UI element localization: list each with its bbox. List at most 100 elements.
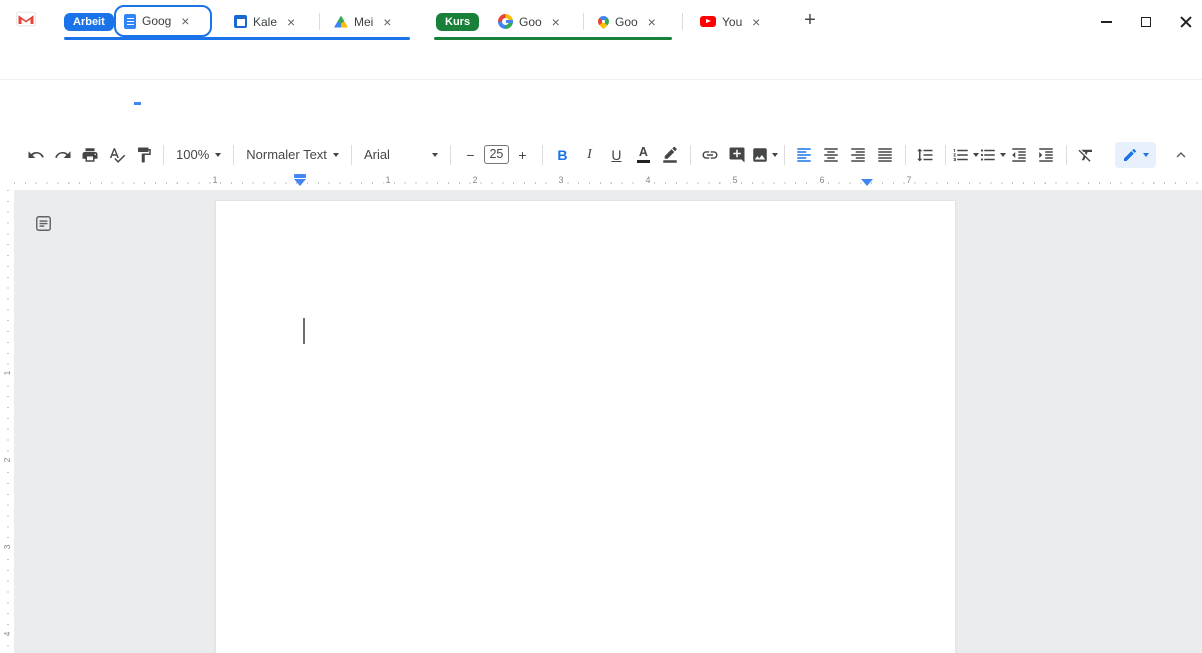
toolbar-separator	[450, 145, 451, 165]
tab-google-drive[interactable]: Mei ×	[326, 7, 410, 36]
document-outline-button[interactable]	[32, 212, 54, 234]
toolbar-separator	[163, 145, 164, 165]
vertical-ruler[interactable]: 1 2 3 4	[0, 190, 14, 653]
horizontal-ruler[interactable]: 1 1 2 3 4 5 6 7	[14, 172, 1202, 190]
maximize-icon	[1141, 17, 1151, 27]
insert-image-button[interactable]	[751, 142, 778, 168]
tab-close-icon[interactable]: ×	[548, 14, 564, 30]
font-size-input[interactable]: 25	[484, 145, 509, 164]
font-select[interactable]: Arial	[358, 142, 444, 168]
underline-button[interactable]: U	[603, 142, 630, 168]
numbered-list-button[interactable]	[952, 142, 979, 168]
ruler-number: 1	[210, 175, 219, 185]
ruler-number: 1	[383, 175, 392, 185]
toolbar-separator	[784, 145, 785, 165]
right-indent-marker[interactable]	[861, 179, 873, 186]
window-close-button[interactable]	[1176, 12, 1196, 32]
tab-google-calendar[interactable]: Kale ×	[226, 7, 314, 36]
tab-title: You	[722, 15, 742, 29]
ruler-number: 2	[2, 453, 12, 467]
insert-comment-button[interactable]	[724, 142, 751, 168]
tab-title: Goo	[615, 15, 638, 29]
ruler-number: 6	[817, 175, 826, 185]
text-color-button[interactable]: A	[630, 142, 657, 168]
zoom-select[interactable]: 100%	[170, 142, 227, 168]
tab-separator	[583, 13, 584, 30]
font-value: Arial	[364, 147, 390, 162]
ruler-number: 4	[2, 627, 12, 641]
tab-title: Mei	[354, 15, 373, 29]
tab-google-docs[interactable]: Goog ×	[114, 5, 212, 37]
ruler-number: 7	[904, 175, 913, 185]
pinned-tab-gmail[interactable]	[14, 10, 38, 32]
google-icon	[498, 14, 513, 29]
bold-button[interactable]: B	[549, 142, 576, 168]
tab-close-icon[interactable]: ×	[748, 14, 764, 30]
font-size-increase-button[interactable]: +	[509, 142, 536, 168]
ruler-number: 3	[556, 175, 565, 185]
bulleted-list-button[interactable]	[979, 142, 1006, 168]
print-button[interactable]	[76, 142, 103, 168]
tab-title: Kale	[253, 15, 277, 29]
tab-close-icon[interactable]: ×	[283, 14, 299, 30]
insert-link-button[interactable]	[697, 142, 724, 168]
tab-separator	[319, 13, 320, 30]
tab-close-icon[interactable]: ×	[379, 14, 395, 30]
decrease-indent-button[interactable]	[1006, 142, 1033, 168]
window-maximize-button[interactable]	[1136, 12, 1156, 32]
collapse-toolbar-button[interactable]	[1168, 142, 1194, 168]
toolbar-separator	[905, 145, 906, 165]
text-color-bar	[637, 160, 650, 163]
align-left-button[interactable]	[791, 142, 818, 168]
first-line-indent-marker[interactable]	[294, 174, 306, 178]
paragraph-style-select[interactable]: Normaler Text	[240, 142, 345, 168]
increase-indent-button[interactable]	[1033, 142, 1060, 168]
calendar-icon	[234, 15, 247, 28]
line-spacing-button[interactable]	[912, 142, 939, 168]
tab-group-label-kurs[interactable]: Kurs	[436, 13, 479, 31]
ruler-number: 5	[730, 175, 739, 185]
align-right-button[interactable]	[845, 142, 872, 168]
clear-formatting-button[interactable]	[1073, 142, 1100, 168]
redo-button[interactable]	[49, 142, 76, 168]
text-cursor	[303, 318, 305, 344]
toolbar-separator	[351, 145, 352, 165]
chevron-down-icon	[772, 153, 778, 157]
ruler-number: 3	[2, 540, 12, 554]
left-indent-marker[interactable]	[294, 179, 306, 186]
tab-group-label-arbeit[interactable]: Arbeit	[64, 13, 114, 31]
paint-format-button[interactable]	[130, 142, 157, 168]
tab-title: Goog	[142, 14, 171, 28]
ruler-number: 1	[2, 366, 12, 380]
youtube-icon	[700, 16, 716, 27]
align-justify-button[interactable]	[872, 142, 899, 168]
tab-google-app[interactable]: Goo ×	[490, 7, 576, 36]
chevron-down-icon	[432, 153, 438, 157]
close-icon	[1180, 16, 1192, 28]
italic-button[interactable]: I	[576, 142, 603, 168]
new-tab-button[interactable]: +	[798, 9, 822, 33]
document-canvas	[14, 190, 1202, 653]
window-minimize-button[interactable]	[1096, 12, 1116, 32]
editing-mode-select[interactable]	[1115, 142, 1156, 168]
docs-header: Unbenanntes Dokument Datei Bearbeiten An…	[0, 80, 1202, 137]
browser-navbar: ⋮	[0, 43, 1202, 80]
drive-icon	[334, 16, 348, 28]
browser-tab-strip: Arbeit Goog × Kale × Mei × Kurs Goo × Go…	[0, 0, 1202, 43]
text-color-glyph: A	[639, 146, 648, 159]
gmail-icon	[16, 11, 36, 32]
spellcheck-button[interactable]	[103, 142, 130, 168]
undo-button[interactable]	[22, 142, 49, 168]
align-center-button[interactable]	[818, 142, 845, 168]
pencil-icon	[1122, 147, 1138, 163]
font-size-decrease-button[interactable]: −	[457, 142, 484, 168]
tab-separator	[682, 13, 683, 30]
tab-close-icon[interactable]: ×	[644, 14, 660, 30]
highlight-color-button[interactable]	[657, 142, 684, 168]
document-page[interactable]	[215, 200, 956, 653]
toolbar-separator	[945, 145, 946, 165]
tab-google-maps[interactable]: Goo ×	[590, 7, 672, 36]
ruler-number: 2	[470, 175, 479, 185]
tab-close-icon[interactable]: ×	[177, 13, 193, 29]
tab-youtube[interactable]: You ×	[692, 7, 776, 36]
